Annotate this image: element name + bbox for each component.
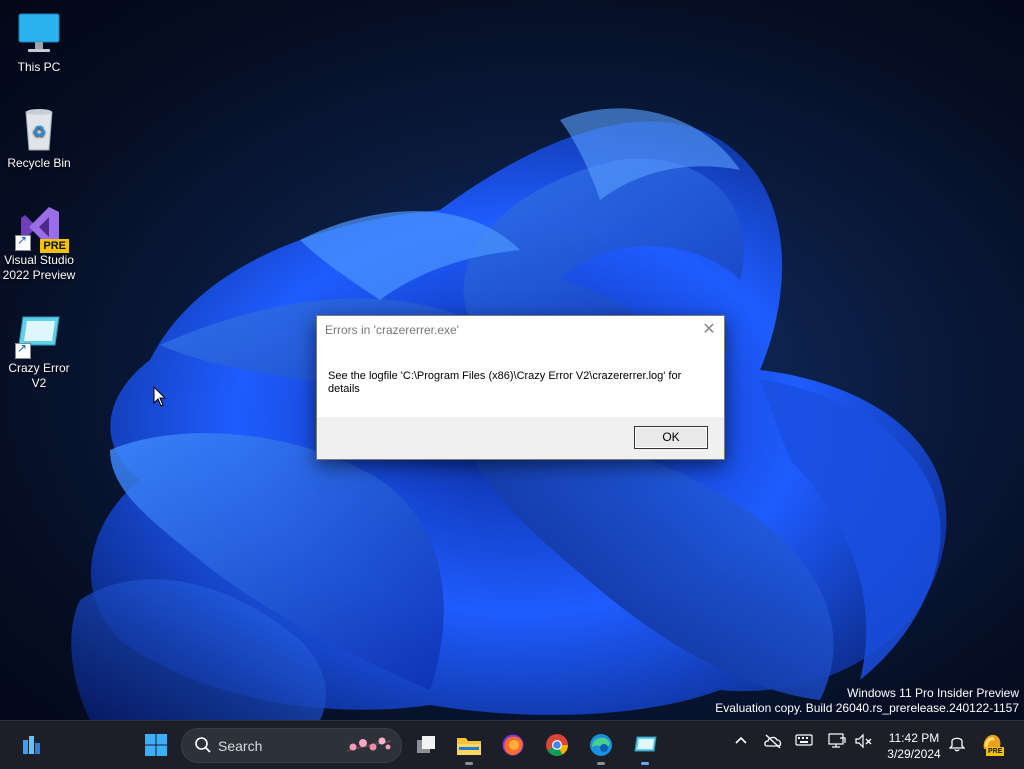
- svg-text:♻: ♻: [32, 122, 46, 141]
- recycle-bin-icon: ♻: [15, 106, 63, 154]
- notification-bell-icon[interactable]: [948, 734, 966, 755]
- running-indicator: [465, 762, 473, 765]
- taskbar: Search 11:42 PM 3/29/2024 PRE: [0, 720, 1024, 769]
- chrome-icon[interactable]: [541, 729, 573, 761]
- shortcut-arrow-icon: [15, 341, 31, 359]
- close-icon[interactable]: ✕: [700, 321, 718, 339]
- dialog-titlebar[interactable]: Errors in 'crazererrer.exe' ✕: [317, 316, 724, 345]
- ok-button[interactable]: OK: [634, 426, 708, 449]
- desktop-icon-recycle-bin[interactable]: ♻ Recycle Bin: [1, 106, 77, 171]
- task-view-icon[interactable]: [410, 729, 442, 761]
- dialog-message: See the logfile 'C:\Program Files (x86)\…: [328, 370, 682, 395]
- dialog-body: See the logfile 'C:\Program Files (x86)\…: [317, 345, 724, 417]
- desktop-icon-this-pc[interactable]: This PC: [1, 10, 77, 75]
- search-box[interactable]: Search: [181, 728, 402, 763]
- display-icon[interactable]: [828, 733, 846, 752]
- error-dialog: Errors in 'crazererrer.exe' ✕ See the lo…: [316, 315, 725, 460]
- desktop-icon-label: Crazy Error V2: [8, 361, 70, 390]
- desktop-icon-label: Visual Studio 2022 Preview: [2, 253, 76, 282]
- desktop-icon-label: This PC: [17, 60, 61, 74]
- clock[interactable]: 11:42 PM 3/29/2024: [880, 730, 948, 762]
- clock-time: 11:42 PM: [888, 731, 940, 745]
- crazy-error-taskbar-icon[interactable]: [629, 729, 661, 765]
- copilot-pre-badge: PRE: [986, 747, 1005, 756]
- file-explorer-icon[interactable]: [453, 729, 485, 765]
- show-hidden-icons-chevron-up-icon[interactable]: [734, 733, 748, 750]
- keyboard-icon[interactable]: [795, 733, 813, 750]
- copilot-icon[interactable]: PRE: [980, 731, 1006, 757]
- firefox-icon[interactable]: [497, 729, 529, 761]
- widgets-icon[interactable]: [16, 729, 48, 761]
- search-label: Search: [218, 738, 263, 754]
- crazy-error-app-icon: [15, 311, 63, 359]
- watermark-build: Evaluation copy. Build 26040.rs_prerelea…: [715, 701, 1019, 715]
- blossom-highlight-icon: [346, 737, 392, 752]
- edge-icon[interactable]: [585, 729, 617, 765]
- visual-studio-icon: PRE: [15, 203, 69, 253]
- start-icon[interactable]: [140, 729, 172, 761]
- volume-muted-icon[interactable]: [855, 733, 873, 752]
- shortcut-arrow-icon: [15, 233, 31, 251]
- dialog-title: Errors in 'crazererrer.exe': [325, 323, 459, 337]
- onedrive-offline-icon[interactable]: [763, 733, 783, 752]
- desktop-icon-label: Recycle Bin: [7, 156, 71, 170]
- running-indicator: [597, 762, 605, 765]
- watermark-edition: Windows 11 Pro Insider Preview: [847, 686, 1019, 700]
- clock-date: 3/29/2024: [887, 747, 941, 761]
- monitor-icon: [15, 10, 63, 58]
- evaluation-watermark: Windows 11 Pro Insider Preview Evaluatio…: [715, 686, 1019, 716]
- mouse-cursor-icon: [153, 386, 167, 407]
- desktop-icon-crazy-error[interactable]: Crazy Error V2: [1, 311, 77, 391]
- desktop-icon-visual-studio[interactable]: PRE Visual Studio 2022 Preview: [1, 203, 77, 283]
- pre-badge: PRE: [40, 239, 69, 253]
- running-indicator: [641, 762, 649, 765]
- search-icon: [195, 737, 211, 753]
